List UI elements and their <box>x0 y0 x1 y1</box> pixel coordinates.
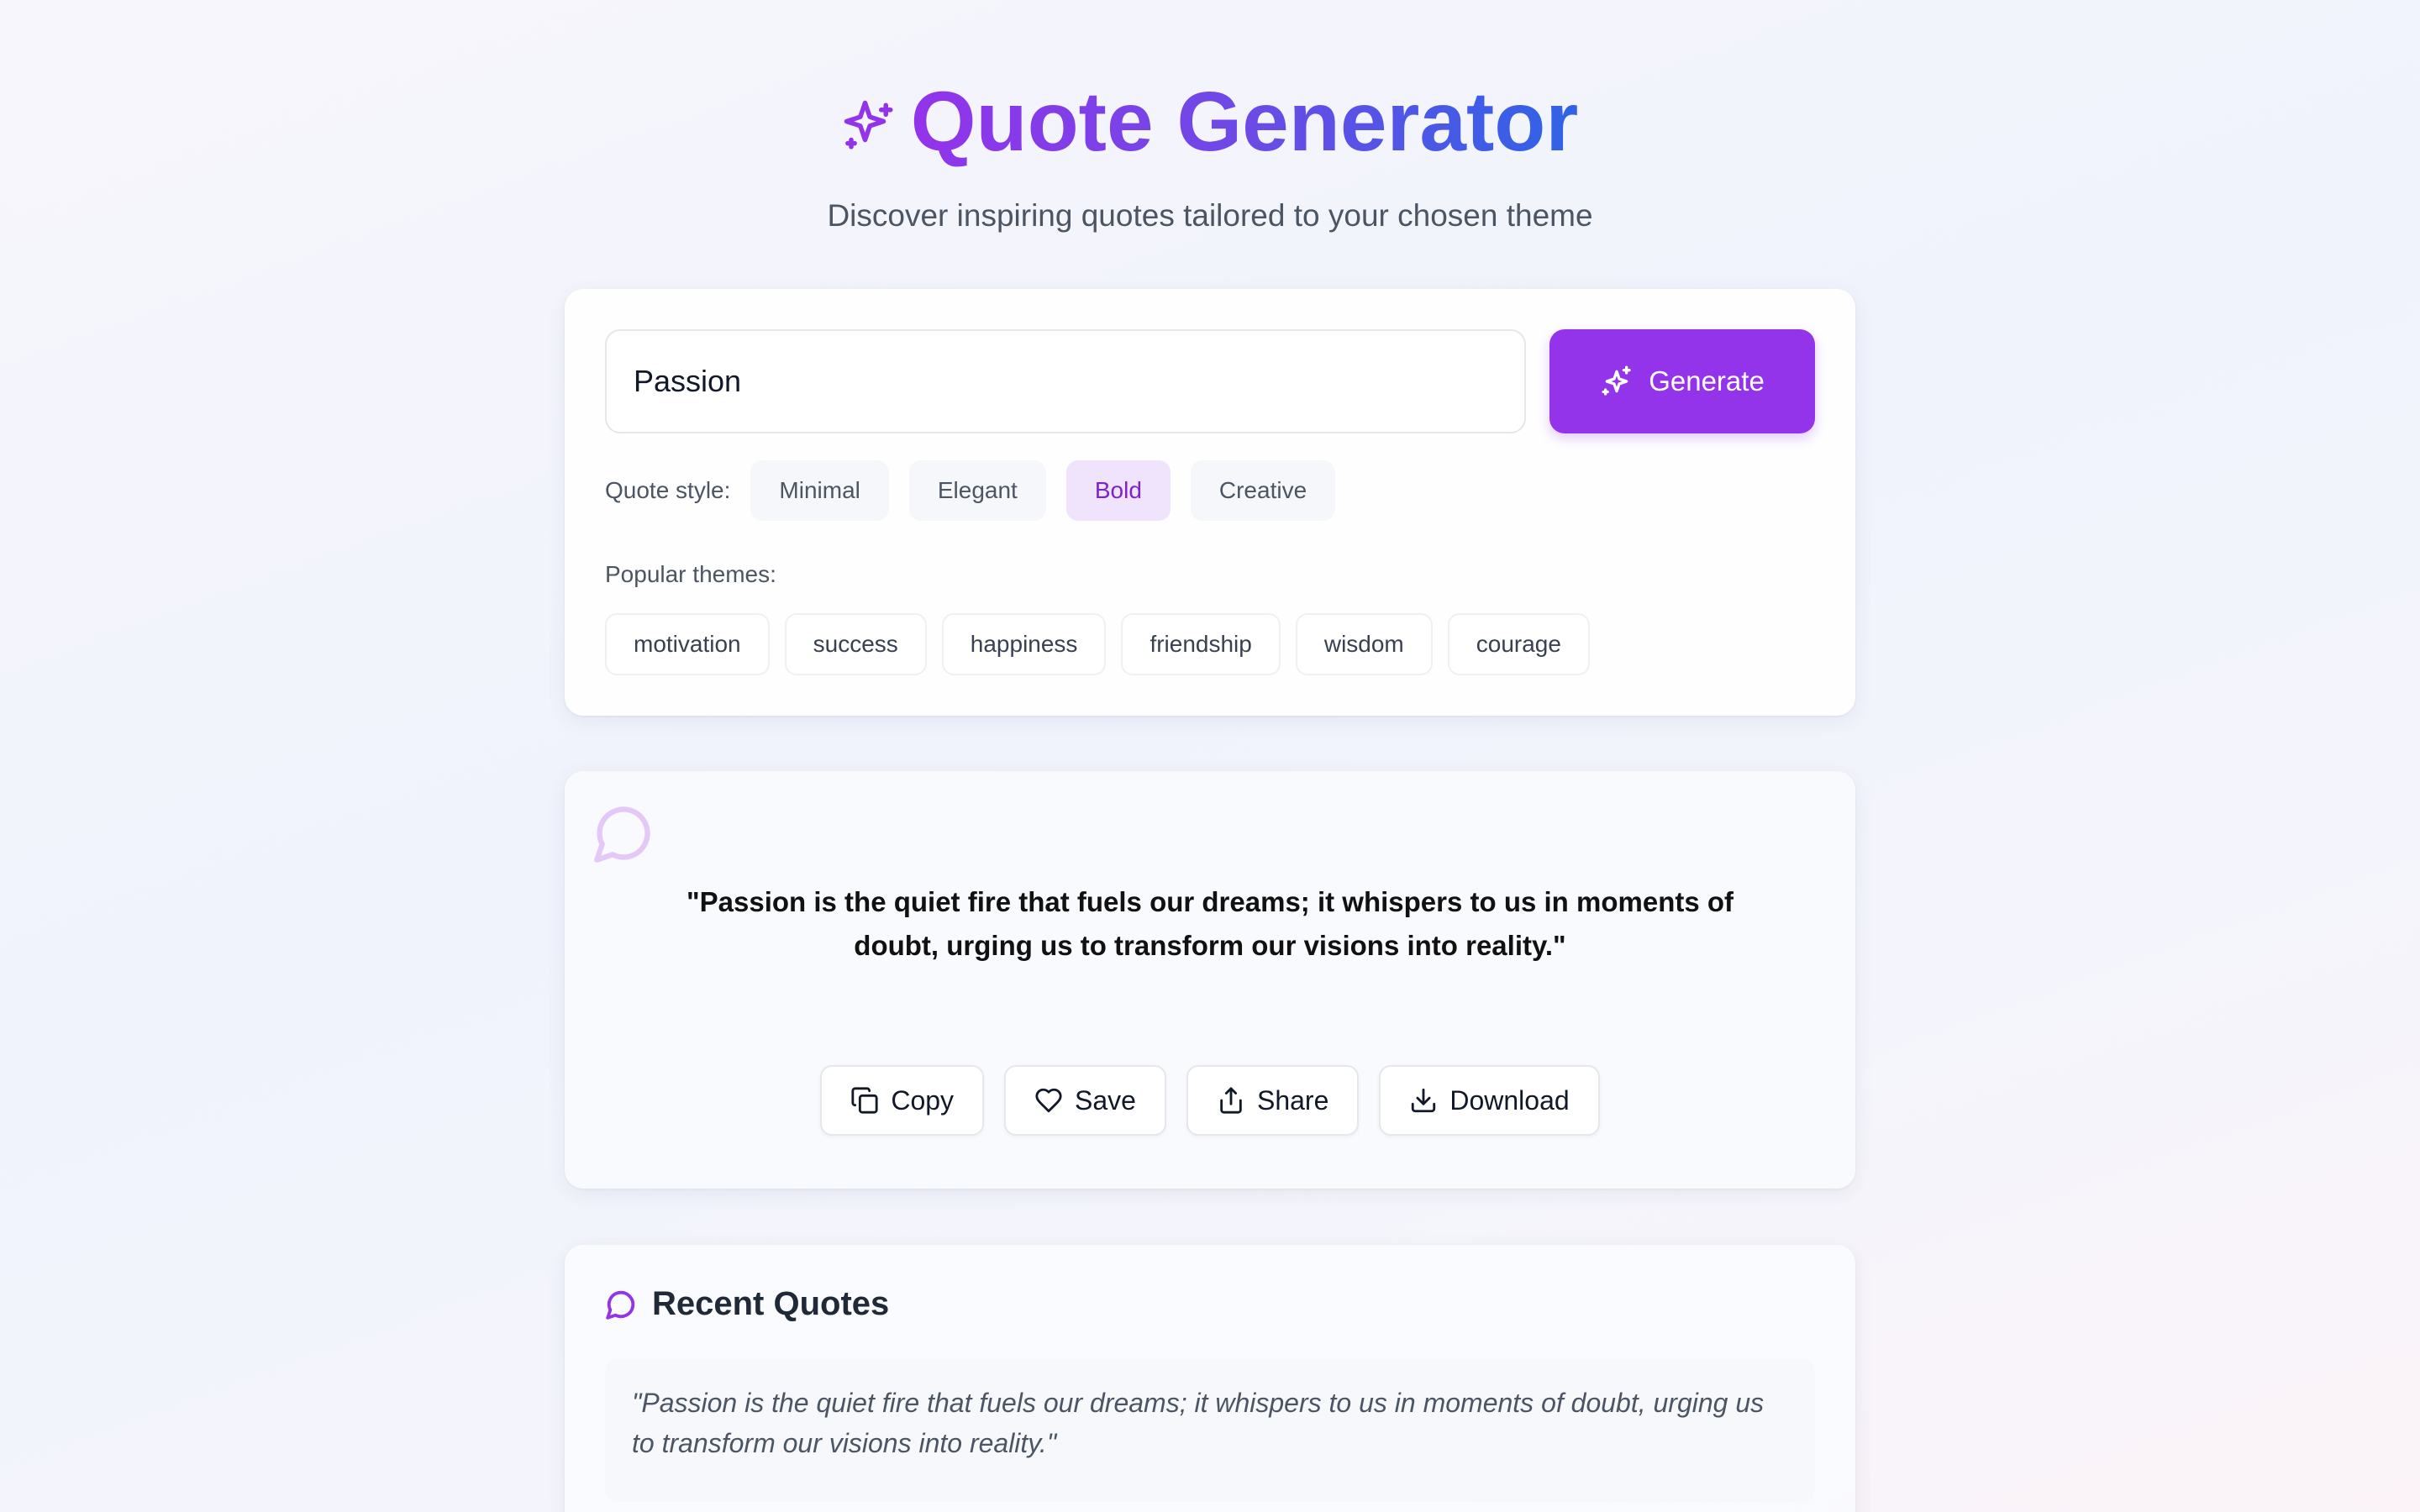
style-option-elegant[interactable]: Elegant <box>908 460 1046 521</box>
style-option-minimal[interactable]: Minimal <box>750 460 889 521</box>
page-header: Quote Generator Discover inspiring quote… <box>0 67 2420 234</box>
message-circle-icon <box>606 1290 635 1320</box>
page-subtitle: Discover inspiring quotes tailored to yo… <box>827 198 1593 233</box>
save-button[interactable]: Save <box>1004 1065 1166 1136</box>
sparkles-icon <box>1602 365 1631 396</box>
page-title: Quote Generator <box>911 67 1579 176</box>
download-button[interactable]: Download <box>1379 1065 1600 1136</box>
recent-quote-item[interactable]: "Passion is the quiet fire that fuels ou… <box>605 1359 1815 1502</box>
sparkles-icon <box>844 100 893 150</box>
style-option-creative[interactable]: Creative <box>1190 460 1336 521</box>
save-button-label: Save <box>1075 1084 1136 1116</box>
quote-style-selector: Quote style: Minimal Elegant Bold Creati… <box>605 460 1336 521</box>
heart-icon <box>1035 1088 1062 1113</box>
theme-tag-happiness[interactable]: happiness <box>941 613 1107 675</box>
quote-text: "Passion is the quiet fire that fuels ou… <box>686 886 1734 961</box>
share-icon <box>1220 1087 1242 1114</box>
theme-tag-wisdom[interactable]: wisdom <box>1295 613 1433 675</box>
generator-card: Generate Quote style: Minimal Elegant Bo… <box>565 289 1855 716</box>
popular-themes-label: Popular themes: <box>605 561 776 587</box>
share-button-label: Share <box>1256 1084 1329 1116</box>
theme-tag-motivation[interactable]: motivation <box>605 613 770 675</box>
copy-button[interactable]: Copy <box>820 1065 985 1136</box>
recent-quotes-title: Recent Quotes <box>652 1285 890 1322</box>
theme-tag-friendship[interactable]: friendship <box>1121 613 1281 675</box>
quote-actions: Copy Save Share Download <box>565 1065 1855 1136</box>
quote-card: "Passion is the quiet fire that fuels ou… <box>565 771 1855 1189</box>
copy-icon <box>851 1087 878 1114</box>
popular-themes-list: motivation success happiness friendship … <box>605 613 1590 675</box>
message-circle-icon <box>594 806 650 863</box>
style-option-bold[interactable]: Bold <box>1065 460 1171 521</box>
theme-input[interactable] <box>605 329 1526 433</box>
generate-button-label: Generate <box>1649 365 1765 396</box>
title-row: Quote Generator <box>842 67 1579 176</box>
quote-style-label: Quote style: <box>605 477 731 503</box>
generate-button[interactable]: Generate <box>1549 329 1815 433</box>
copy-button-label: Copy <box>891 1084 955 1116</box>
theme-tag-courage[interactable]: courage <box>1447 613 1590 675</box>
theme-tag-success[interactable]: success <box>784 613 927 675</box>
download-button-label: Download <box>1449 1084 1570 1116</box>
download-icon <box>1412 1088 1436 1113</box>
share-button[interactable]: Share <box>1186 1065 1360 1136</box>
recent-quotes-header: Recent Quotes <box>605 1285 889 1323</box>
recent-quotes-card: Recent Quotes "Passion is the quiet fire… <box>565 1245 1855 1512</box>
